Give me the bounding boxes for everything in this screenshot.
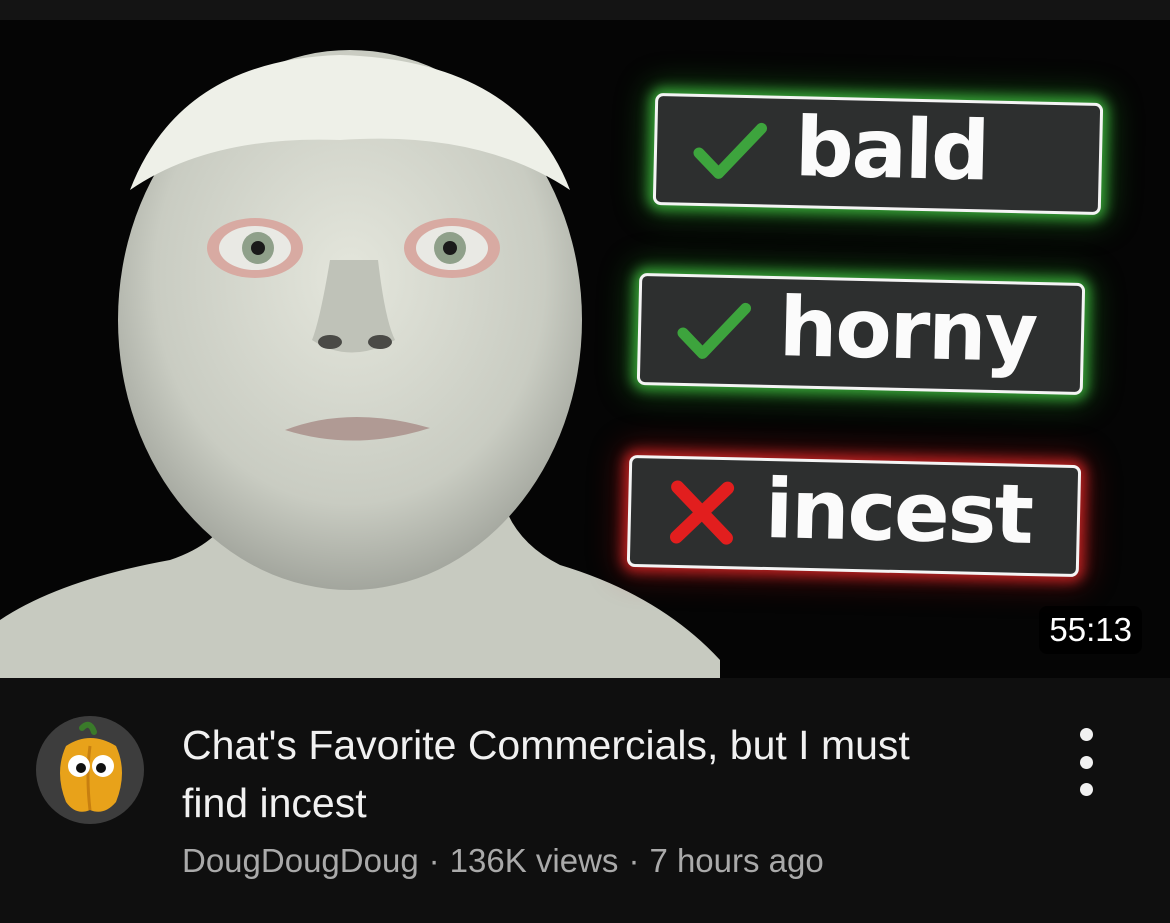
top-strip (0, 0, 1170, 20)
vertical-ellipsis-icon[interactable] (1066, 722, 1106, 802)
checkmark-icon (677, 302, 752, 359)
menu-dot (1079, 728, 1093, 741)
separator: · (428, 842, 440, 879)
tag-incest: incest (626, 454, 1082, 578)
checkmark-icon (693, 122, 768, 179)
tag-bald: bald (652, 92, 1104, 216)
separator: · (628, 842, 640, 879)
tag-label: horny (778, 280, 1038, 381)
channel-name[interactable]: DougDougDoug (182, 842, 419, 879)
thumbnail-figure-image (0, 50, 720, 678)
video-subline: DougDougDoug · 136K views · 7 hours ago (182, 842, 824, 880)
menu-dot (1079, 783, 1093, 796)
view-count: 136K views (449, 842, 619, 879)
video-title[interactable]: Chat's Favorite Commercials, but I must … (182, 716, 982, 832)
video-meta-row: Chat's Favorite Commercials, but I must … (0, 678, 1170, 923)
menu-dot (1079, 755, 1093, 769)
channel-avatar[interactable] (36, 716, 144, 824)
tag-label: incest (764, 461, 1033, 564)
tag-label: bald (794, 100, 989, 200)
yellow-pepper-avatar (60, 721, 122, 812)
x-icon (669, 480, 735, 545)
video-thumbnail[interactable]: bald horny incest 55:13 (0, 20, 1170, 678)
duration-badge: 55:13 (1039, 605, 1142, 654)
upload-age: 7 hours ago (649, 842, 824, 879)
tag-horny: horny (636, 272, 1086, 396)
